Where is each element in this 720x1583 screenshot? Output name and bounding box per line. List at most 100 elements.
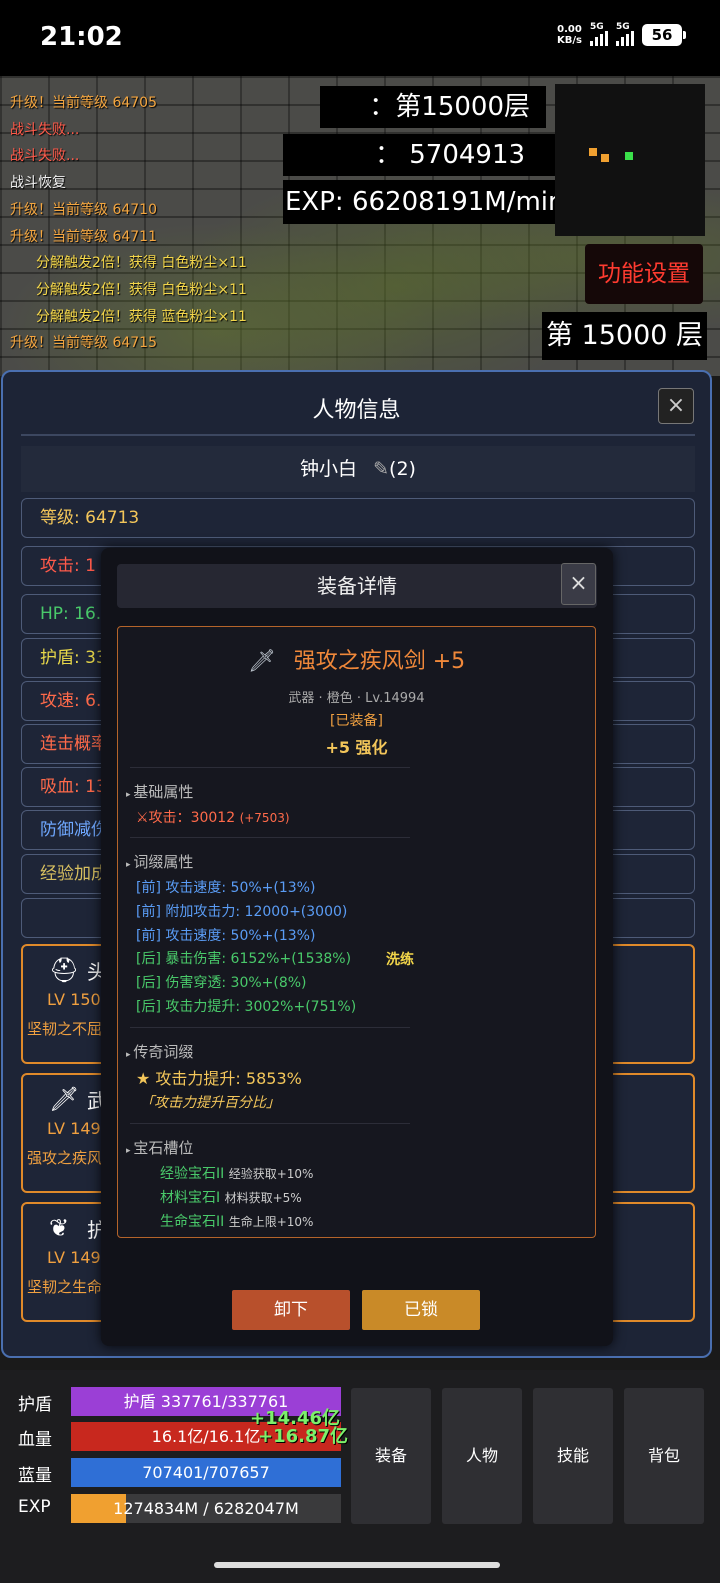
reforge-button[interactable]: 洗练 (386, 949, 414, 969)
log-line: 分解触发2倍！获得 蓝色粉尘×11 (36, 308, 247, 325)
signal-icon: 5G (590, 22, 608, 46)
sword-icon: 🗡 (49, 1085, 80, 1113)
item-subtitle: 武器 · 橙色 · Lv.14994 (288, 691, 425, 706)
game-scene: 升级！当前等级 64705 战斗失败... 战斗失败... 战斗恢复 升级！当前等级 6… (0, 76, 720, 376)
divider (21, 434, 695, 436)
locked-button[interactable]: 已锁 (362, 1290, 480, 1330)
gear-name: 坚韧之不屈 (27, 1020, 103, 1038)
mp-value: 707401/707657 (142, 1463, 270, 1482)
exp-value: 1274834M / 6282047M (113, 1499, 299, 1518)
stat-label: 吸血: 13 (40, 777, 107, 797)
nav-equipment-button[interactable]: 装备 (351, 1388, 431, 1524)
clock: 21:02 (40, 22, 123, 52)
affix-line: [后] 攻击力提升: 3002%+(751%) (136, 999, 357, 1015)
gem-desc: 经验获取+10% (228, 1167, 314, 1181)
gear-level: LV 149 (47, 1248, 101, 1267)
settings-button[interactable]: 功能设置 (585, 244, 703, 304)
bottom-bar: 护盾 护盾 337761/337761 血量 16.1亿/16.1亿 蓝量 70… (0, 1370, 720, 1583)
gem-desc: 材料获取+5% (224, 1191, 302, 1205)
log-line: 分解触发2倍！获得 白色粉尘×11 (36, 281, 247, 298)
legend-affix-desc: 「攻击力提升百分比」 (140, 1095, 280, 1111)
mp-bar: 707401/707657 (71, 1458, 341, 1487)
gear-name: 坚韧之生命 (27, 1278, 103, 1296)
affix-line: [后] 暴击伤害: 6152%+(1538%) (136, 951, 352, 968)
affix-line: [前] 攻击速度: 50%+(13%) (136, 880, 316, 896)
mp-label: 蓝量 (18, 1466, 52, 1486)
home-indicator[interactable] (214, 1562, 500, 1568)
log-line: 战斗失败... (10, 121, 80, 138)
exp-label: EXP (18, 1497, 51, 1517)
minimap-marker (601, 154, 609, 162)
current-floor: ：第15000层 (320, 86, 546, 128)
helmet-icon: ⛑ (49, 956, 80, 984)
log-line: 升级！当前等级 64715 (10, 335, 157, 352)
exp-rate: EXP: 66208191M/min (283, 180, 581, 224)
exp-bar: 1274834M / 6282047M (71, 1494, 341, 1523)
nav-bag-button[interactable]: 背包 (624, 1388, 704, 1524)
status-icons: 0.00 KB/s 5G 5G 56 (557, 22, 686, 46)
item-detail-box: 🗡 强攻之疾风剑 +5 武器 · 橙色 · Lv.14994 [已装备] +5 强… (117, 626, 596, 1238)
affix-line: [前] 攻击速度: 50%+(13%) (136, 927, 316, 944)
hp-label: 血量 (18, 1430, 52, 1450)
divider (130, 767, 410, 768)
log-line: 升级！当前等级 64711 (10, 228, 157, 245)
minimap[interactable] (555, 84, 705, 236)
network-speed: 0.00 KB/s (557, 24, 582, 46)
equipped-badge: [已装备] (330, 713, 383, 729)
gem-name: 经验宝石II (160, 1166, 225, 1182)
armor-wings-icon: ❦ (49, 1214, 70, 1242)
panel-title: 人物信息 (312, 398, 401, 423)
base-attack: ⚔攻击：30012 (+7503) (136, 810, 290, 826)
item-name-row: 🗡 强攻之疾风剑 +5 (118, 643, 595, 675)
status-bar: 21:02 0.00 KB/s 5G 5G 56 (0, 0, 720, 76)
shield-label: 护盾 (18, 1395, 52, 1415)
log-line: 战斗恢复 (10, 175, 66, 192)
equipment-detail-modal: 装备详情 × 🗡 强攻之疾风剑 +5 武器 · 橙色 · Lv.14994 [已装… (101, 548, 613, 1346)
minimap-marker (589, 148, 597, 156)
log-line: 分解触发2倍！获得 白色粉尘×11 (36, 255, 247, 272)
affix-line: [后] 伤害穿透: 30%+(8%) (136, 975, 307, 992)
item-name: 强攻之疾风剑 +5 (293, 649, 466, 674)
close-icon[interactable]: × (561, 563, 596, 605)
unequip-button[interactable]: 卸下 (232, 1290, 350, 1330)
gem-name: 生命宝石II (160, 1214, 225, 1230)
battle-log: 升级！当前等级 64705 战斗失败... 战斗失败... 战斗恢复 升级！当前等级 6… (10, 90, 247, 357)
gem-name: 材料宝石I (160, 1190, 221, 1206)
gear-level: LV 149 (47, 1119, 101, 1138)
rename-count: (2) (389, 458, 416, 480)
gem-desc: 生命上限+10% (228, 1215, 314, 1229)
sword-icon: 🗡 (247, 649, 276, 674)
log-line: 战斗失败... (10, 148, 80, 165)
affix-line: [前] 附加攻击力: 12000+(3000) (136, 903, 348, 920)
legend-affix: ★ 攻击力提升: 5853% (136, 1069, 302, 1088)
gear-name: 强攻之疾风 (27, 1149, 103, 1167)
log-line: 升级！当前等级 64710 (10, 201, 157, 218)
gold-count: ： 5704913 (283, 134, 581, 176)
minimap-player (625, 152, 633, 160)
close-icon[interactable]: × (658, 388, 694, 424)
modal-title: 装备详情 (117, 564, 597, 608)
stat-label: 连击概率 (40, 734, 108, 754)
enhance-level: +5 强化 (325, 738, 388, 757)
signal-icon: 5G (616, 22, 634, 46)
stat-label: 经验加成 (40, 864, 108, 884)
pencil-icon[interactable]: ✎ (373, 458, 389, 480)
stat-label: 攻击: 1 (40, 556, 96, 576)
gem-slot: 经验宝石II 经验获取+10% (160, 1163, 313, 1183)
gear-level: LV 150 (47, 990, 101, 1009)
divider (130, 837, 410, 838)
stat-label: 护盾: 33 (40, 648, 107, 668)
nav-skills-button[interactable]: 技能 (533, 1388, 613, 1524)
section-affix-title: ▸ 词缀属性 (126, 853, 194, 871)
floating-heal-number: +16.87亿 (258, 1426, 349, 1447)
floor-tag: 第 15000 层 (542, 312, 707, 360)
character-name: 钟小白 (300, 458, 358, 480)
divider (130, 1027, 410, 1028)
gem-slot: 生命宝石II 生命上限+10% (160, 1211, 313, 1231)
stat-row: 等级: 64713 (21, 498, 695, 538)
gem-slot: 材料宝石I 材料获取+5% (160, 1187, 302, 1207)
nav-character-button[interactable]: 人物 (442, 1388, 522, 1524)
section-gem-title: ▸ 宝石槽位 (126, 1139, 194, 1157)
section-legend-title: ▸ 传奇词缀 (126, 1043, 194, 1061)
stat-label: 防御减伤 (40, 820, 108, 840)
